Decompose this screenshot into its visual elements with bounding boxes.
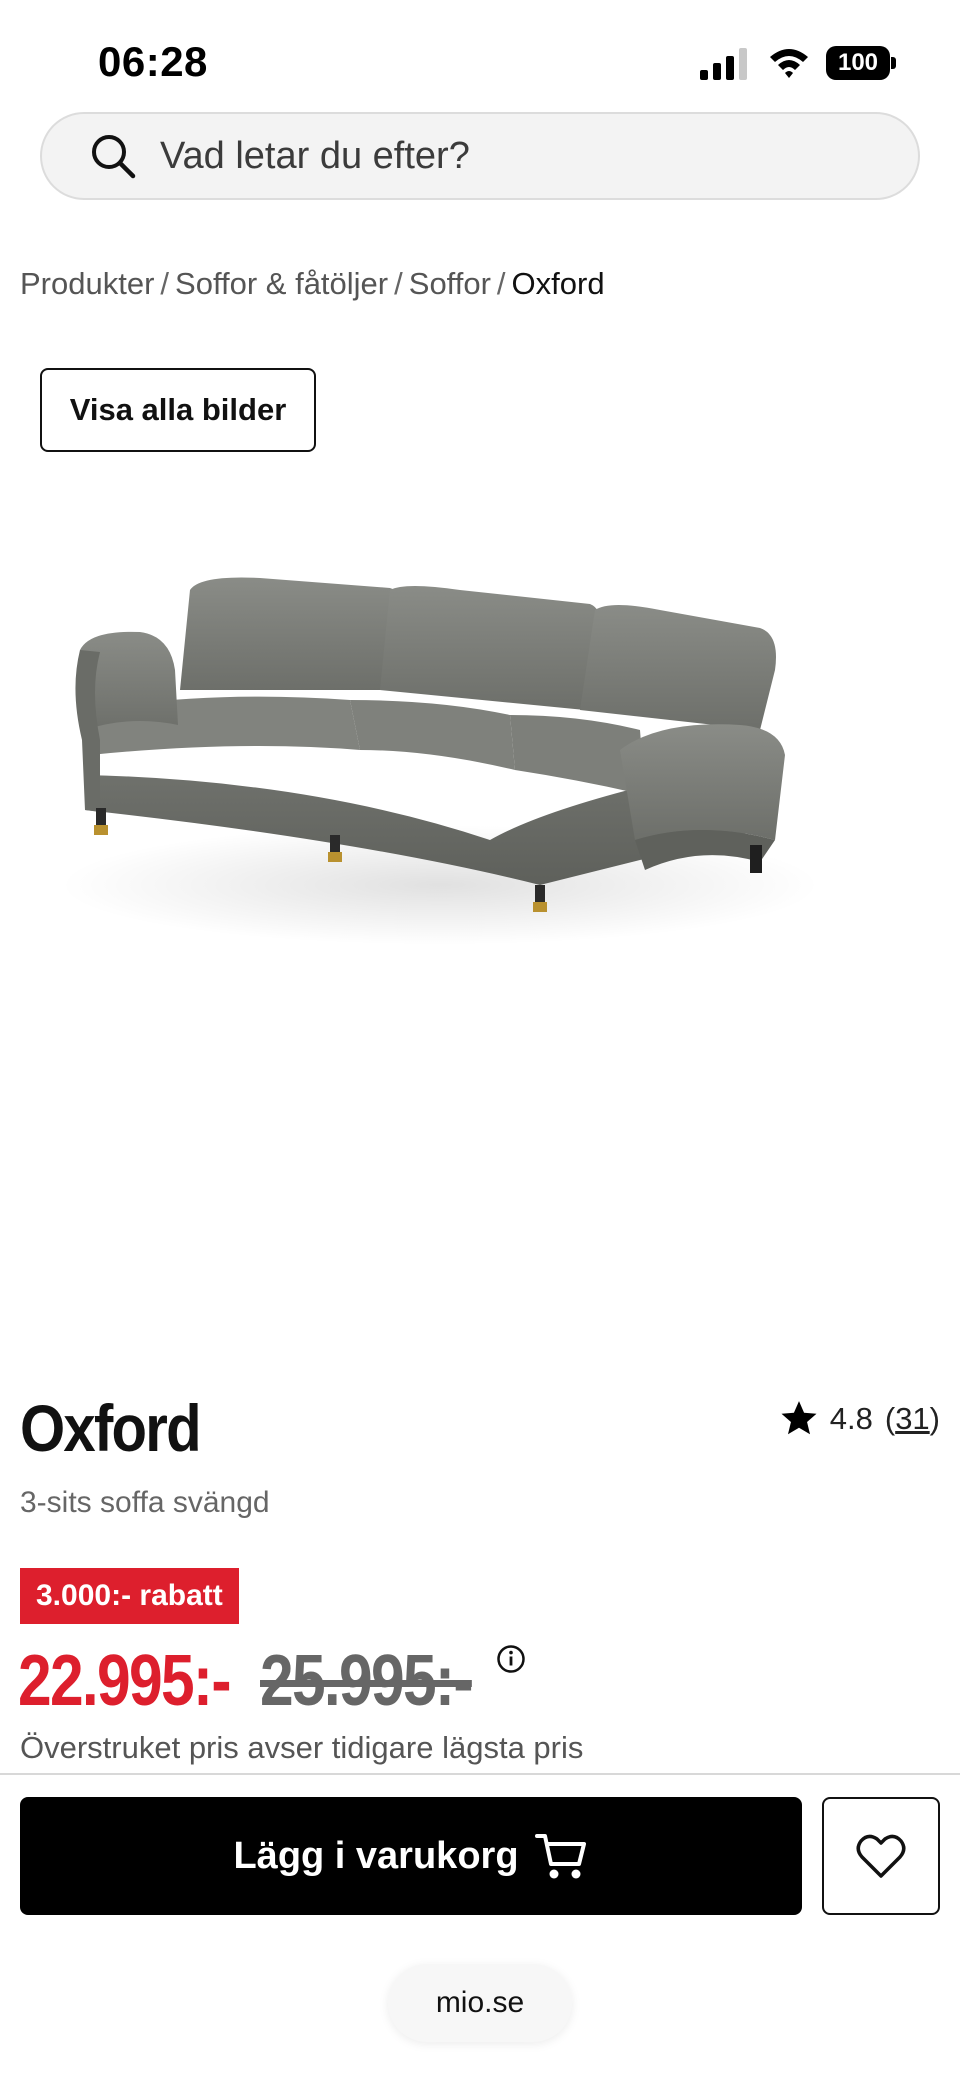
cart-icon <box>534 1834 586 1879</box>
breadcrumb-item-soffor[interactable]: Soffor <box>409 266 491 301</box>
search-icon[interactable] <box>90 133 136 179</box>
review-count-open: ( <box>884 1401 896 1436</box>
product-title: Oxford <box>20 1391 202 1465</box>
search-input[interactable] <box>160 114 860 198</box>
battery-level: 100 <box>826 46 890 80</box>
breadcrumb-separator: / <box>496 266 506 301</box>
review-count-link[interactable]: 31 <box>895 1401 929 1436</box>
battery-icon: 100 <box>826 46 896 80</box>
heart-icon <box>856 1834 906 1878</box>
product-rating[interactable]: 4.8 (31) <box>778 1398 940 1440</box>
breadcrumb-separator: / <box>394 266 403 301</box>
battery-tip <box>891 57 896 69</box>
breadcrumb-separator: / <box>160 266 170 301</box>
wifi-icon <box>770 49 808 78</box>
product-subtitle: 3-sits soffa svängd <box>20 1486 270 1519</box>
rating-value: 4.8 <box>829 1401 873 1436</box>
price-note: Överstruket pris avser tidigare lägsta p… <box>20 1730 584 1765</box>
browser-url-pill[interactable]: mio.se <box>388 1964 572 2042</box>
add-to-cart-button[interactable]: Lägg i varukorg <box>20 1797 802 1915</box>
review-count-wrapper: (31) <box>885 1401 940 1437</box>
previous-price: 25.995:- <box>260 1641 474 1721</box>
current-price: 22.995:- <box>18 1641 232 1721</box>
breadcrumb-item-produkter[interactable]: Produkter <box>20 266 154 301</box>
product-image[interactable] <box>60 540 820 960</box>
review-count-close: ) <box>929 1401 940 1436</box>
status-time: 06:28 <box>98 38 208 85</box>
breadcrumb: Produkter / Soffor & fåtöljer / Soffor / Oxfor… <box>20 266 605 302</box>
search-bar[interactable] <box>40 112 920 200</box>
status-bar: 06:28 100 <box>0 0 960 115</box>
breadcrumb-current: Oxford <box>511 266 605 301</box>
price-row: 22.995:- 25.995:- <box>18 1640 474 1722</box>
star-icon <box>781 1401 817 1435</box>
add-to-cart-label: Lägg i varukorg <box>233 1834 519 1877</box>
show-all-images-button[interactable]: Visa alla bilder <box>40 368 316 452</box>
signal-icon <box>700 48 747 80</box>
discount-badge: 3.000:- rabatt <box>20 1568 239 1624</box>
wishlist-button[interactable] <box>822 1797 940 1915</box>
breadcrumb-item-soffor-fatoljer[interactable]: Soffor & fåtöljer <box>175 266 388 301</box>
info-icon[interactable] <box>496 1644 526 1674</box>
divider <box>0 1773 960 1775</box>
